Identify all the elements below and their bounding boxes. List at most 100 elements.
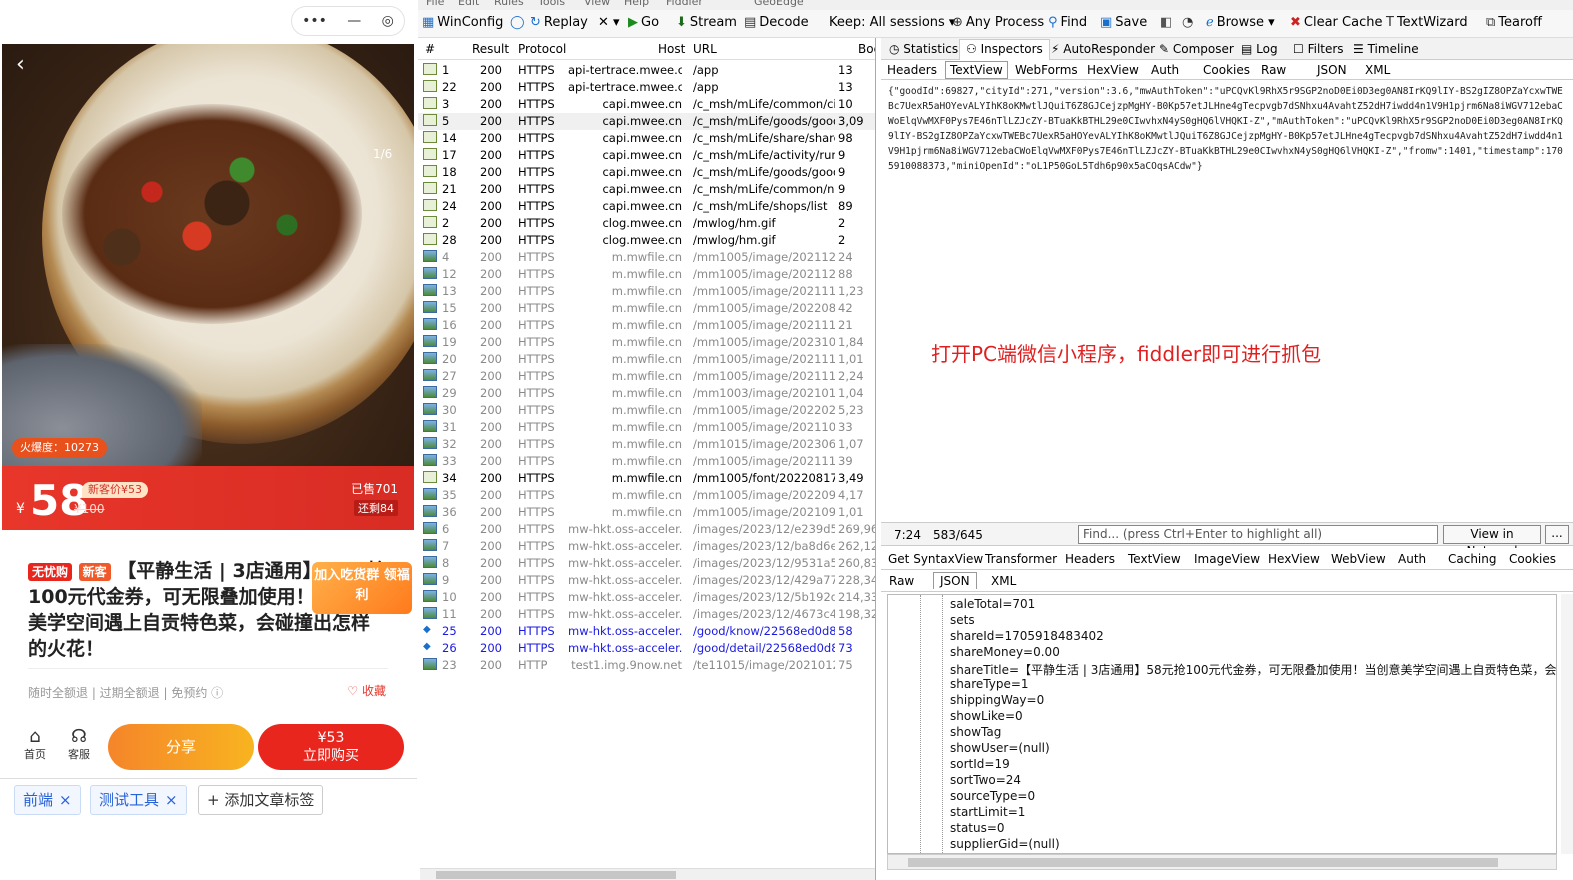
tab-autoresponder[interactable]: ⚡ AutoResponder xyxy=(1051,42,1155,56)
tab-timeline[interactable]: ☰ Timeline xyxy=(1353,42,1419,56)
add-tag-button[interactable]: + 添加文章标签 xyxy=(198,785,324,815)
session-row[interactable]: 4 200 HTTPS m.mwfile.cn/mm1005/image/20211 2… xyxy=(418,249,875,266)
tree-node[interactable]: status=0 xyxy=(950,821,1005,835)
scroll-thumb[interactable] xyxy=(908,858,1498,867)
timer-icon[interactable]: ◔ xyxy=(1182,15,1196,30)
tree-node[interactable]: startLimit=1 xyxy=(950,805,1025,819)
menu-help[interactable]: Help xyxy=(624,0,649,8)
resp-tab-headers[interactable]: Headers xyxy=(1065,552,1115,566)
session-row[interactable]: 31 200 HTTPS m.mwfile.cn/mm1005/image/20211… xyxy=(418,419,875,436)
browse-button[interactable]: ℯ Browse ▾ xyxy=(1206,15,1275,30)
session-row[interactable]: 29 200 HTTPS m.mwfile.cn/mm1003/image/20210… xyxy=(418,385,875,402)
session-row[interactable]: 1 200 HTTPS api-tertrace.mwee.cn/app 13 xyxy=(418,62,875,79)
resp-tab-textview[interactable]: TextView xyxy=(1128,552,1181,566)
favorite-button[interactable]: ♡ 收藏 xyxy=(347,682,386,699)
menu-rules[interactable]: Rules xyxy=(494,0,524,8)
tree-node[interactable]: sourceType=0 xyxy=(950,789,1035,803)
more-button[interactable]: ... xyxy=(1545,525,1569,544)
decode-button[interactable]: ▤ Decode xyxy=(744,15,809,30)
session-hscroll[interactable] xyxy=(420,868,875,880)
minimize-icon[interactable]: — xyxy=(347,13,361,29)
req-tab-xml[interactable]: XML xyxy=(1365,63,1390,77)
col-result[interactable]: Result xyxy=(472,42,509,56)
resp-tab-imageview[interactable]: ImageView xyxy=(1194,552,1260,566)
tab-composer[interactable]: ✎ Composer xyxy=(1159,42,1234,56)
find-input[interactable]: Find... (press Ctrl+Enter to highlight a… xyxy=(1078,525,1438,544)
tag-chip-frontend[interactable]: 前端 × xyxy=(14,785,81,815)
resp-sub-raw[interactable]: Raw xyxy=(889,574,914,588)
tab-log[interactable]: ▤ Log xyxy=(1241,42,1278,56)
session-row[interactable]: 14 200 HTTPS capi.mwee.cn/c_msh/mLife/share… xyxy=(418,130,875,147)
menu-geoedge[interactable]: GeoEdge xyxy=(754,0,804,8)
resp-tab-transformer[interactable]: Transformer xyxy=(985,552,1057,566)
req-tab-headers[interactable]: Headers xyxy=(887,63,937,77)
menu-view[interactable]: View xyxy=(584,0,610,8)
session-row[interactable]: 34 200 HTTPS m.mwfile.cn/mm1005/font/202208… xyxy=(418,470,875,487)
resp-sub-json[interactable]: JSON xyxy=(933,572,977,589)
session-row[interactable]: 8 200 HTTPS mw-hkt.oss-acceler... /images/20… xyxy=(418,555,875,572)
session-row[interactable]: 20 200 HTTPS m.mwfile.cn/mm1005/image/20211… xyxy=(418,351,875,368)
session-row[interactable]: ◆ 25 200 HTTPS mw-hkt.oss-acceler... /good/kn… xyxy=(418,623,875,640)
session-row[interactable]: 11 200 HTTPS mw-hkt.oss-acceler... /images/2… xyxy=(418,606,875,623)
remove-icon[interactable]: × xyxy=(165,791,178,809)
save-button[interactable]: ▣ Save xyxy=(1100,15,1147,30)
menu-edit[interactable]: Edit xyxy=(458,0,479,8)
resp-tab-syntaxview[interactable]: Get SyntaxView xyxy=(888,552,983,566)
session-row[interactable]: 24 200 HTTPS capi.mwee.cn/c_msh/mLife/shops… xyxy=(418,198,875,215)
session-row[interactable]: 30 200 HTTPS m.mwfile.cn/mm1005/image/20220… xyxy=(418,402,875,419)
session-row[interactable]: 7 200 HTTPS mw-hkt.oss-acceler... /images/20… xyxy=(418,538,875,555)
session-row[interactable]: 10 200 HTTPS mw-hkt.oss-acceler... /images/2… xyxy=(418,589,875,606)
view-in-notepad-button[interactable]: View in Notepad xyxy=(1443,525,1541,558)
tree-node[interactable]: showUser=(null) xyxy=(950,741,1050,755)
session-row[interactable]: 3 200 HTTPS capi.mwee.cn/c_msh/mLife/common… xyxy=(418,96,875,113)
session-row[interactable]: 5 200 HTTPS capi.mwee.cn/c_msh/mLife/goods/… xyxy=(418,113,875,130)
session-row[interactable]: 35 200 HTTPS m.mwfile.cn/mm1005/image/20220… xyxy=(418,487,875,504)
resp-tab-hexview[interactable]: HexView xyxy=(1268,552,1320,566)
req-tab-json[interactable]: JSON xyxy=(1317,63,1347,77)
tree-node[interactable]: sets xyxy=(950,613,975,627)
back-arrow-icon[interactable]: ‹ xyxy=(16,52,25,77)
session-row[interactable]: 9 200 HTTPS mw-hkt.oss-acceler... /images/20… xyxy=(418,572,875,589)
tree-node[interactable]: shareTitle=【平静生活 | 3店通用】58元抢100元代金券，可无限叠… xyxy=(950,661,1556,678)
resp-tab-caching[interactable]: Caching xyxy=(1448,552,1497,566)
scroll-thumb[interactable] xyxy=(436,871,676,879)
tree-node[interactable]: shareId=1705918483402 xyxy=(950,629,1104,643)
session-row[interactable]: 32 200 HTTPS m.mwfile.cn/mm1015/image/20230… xyxy=(418,436,875,453)
comment-icon[interactable]: ◯ xyxy=(510,15,528,30)
close-icon[interactable]: ◎ xyxy=(382,13,394,29)
col-host[interactable]: Host xyxy=(658,42,685,56)
session-row[interactable]: 33 200 HTTPS m.mwfile.cn/mm1005/image/20211… xyxy=(418,453,875,470)
session-row[interactable]: 2 200 HTTPS clog.mwee.cn/mwlog/hm.gif 2 xyxy=(418,215,875,232)
json-tree[interactable]: saleTotal=701 sets shareId=1705918483402 sh… xyxy=(887,594,1557,854)
col-url[interactable]: URL xyxy=(693,42,717,56)
resp-tab-webview[interactable]: WebView xyxy=(1331,552,1386,566)
winconfig-button[interactable]: ▦ WinConfig xyxy=(422,15,503,30)
menu-file[interactable]: File xyxy=(426,0,444,8)
session-row[interactable]: 6 200 HTTPS mw-hkt.oss-acceler... /images/20… xyxy=(418,521,875,538)
col-number[interactable]: # xyxy=(425,42,435,56)
tearoff-button[interactable]: ⧉ Tearoff xyxy=(1486,15,1542,30)
session-row[interactable]: 17 200 HTTPS capi.mwee.cn/c_msh/mLife/activ… xyxy=(418,147,875,164)
textwizard-button[interactable]: T TextWizard xyxy=(1386,15,1468,30)
req-tab-raw[interactable]: Raw xyxy=(1261,63,1286,77)
remove-icon[interactable]: × xyxy=(59,791,72,809)
tree-node[interactable]: showTag xyxy=(950,725,1001,739)
replay-button[interactable]: ↻ Replay xyxy=(530,15,588,30)
col-protocol[interactable]: Protocol xyxy=(518,42,566,56)
product-photo[interactable] xyxy=(2,44,414,466)
session-row[interactable]: 23 200 HTTP test1.img.9now.net/te11015/imag… xyxy=(418,657,875,674)
req-tab-textview[interactable]: TextView xyxy=(945,61,1008,79)
menu-fiddler[interactable]: Fiddler xyxy=(666,0,703,8)
session-row[interactable]: 22 200 HTTPS api-tertrace.mwee.cn/app 13 xyxy=(418,79,875,96)
resp-tab-cookies[interactable]: Cookies xyxy=(1509,552,1556,566)
any-process-button[interactable]: ⊕ Any Process xyxy=(952,15,1044,30)
tree-node[interactable]: shippingWay=0 xyxy=(950,693,1044,707)
go-button[interactable]: ▶ Go xyxy=(628,15,659,30)
buy-button[interactable]: ¥53 立即购买 xyxy=(258,724,404,770)
tab-statistics[interactable]: ◷ Statistics xyxy=(889,42,958,56)
remove-menu[interactable]: ✕ ▾ xyxy=(598,15,620,30)
menu-tools[interactable]: Tools xyxy=(538,0,565,8)
session-row[interactable]: 15 200 HTTPS m.mwfile.cn/mm1005/image/20220… xyxy=(418,300,875,317)
tree-node[interactable]: saleTotal=701 xyxy=(950,597,1035,611)
session-row[interactable]: 19 200 HTTPS m.mwfile.cn/mm1005/image/20231… xyxy=(418,334,875,351)
